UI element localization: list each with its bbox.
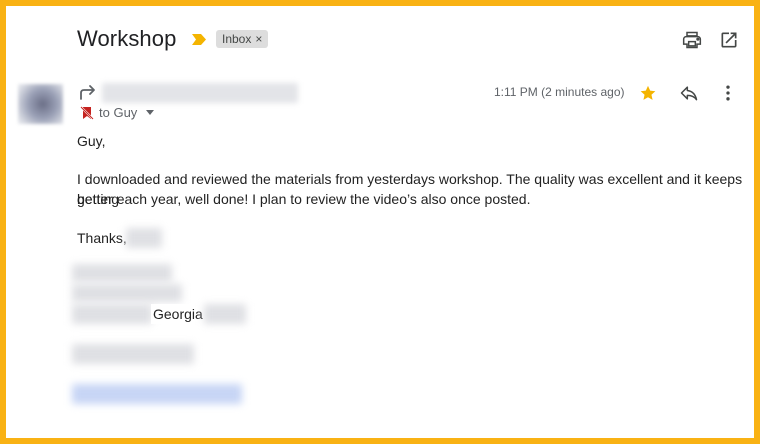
remove-label-button[interactable]: ×: [255, 30, 262, 48]
open-in-new-window-icon[interactable]: [719, 30, 739, 50]
star-icon[interactable]: [639, 84, 657, 102]
email-view: Workshop Inbox × to Guy 1:11 PM (2 minut…: [6, 6, 754, 438]
more-options-icon[interactable]: [718, 83, 738, 103]
show-details-dropdown-icon[interactable]: [146, 110, 155, 115]
signature-zip-redacted: [204, 304, 246, 324]
signature-link-redacted[interactable]: [72, 384, 242, 404]
signature-state: Georgia: [151, 304, 205, 324]
signature-line-3-redacted: [72, 304, 152, 324]
print-icon[interactable]: [682, 30, 702, 50]
signature-line-2-redacted: [72, 284, 182, 302]
to-line: to Guy: [99, 105, 138, 120]
inbox-label-chip[interactable]: Inbox ×: [216, 30, 269, 48]
label-chip-text: Inbox: [222, 32, 252, 46]
email-sign-off: Thanks,: [77, 230, 127, 246]
sender-name-redacted[interactable]: [102, 83, 298, 103]
sender-avatar: [18, 84, 63, 124]
email-greeting: Guy,: [77, 133, 106, 149]
signature-phone-redacted: [72, 344, 194, 364]
signature-name-redacted: [126, 228, 162, 248]
forwarded-icon: [80, 85, 95, 100]
email-subject: Workshop: [77, 26, 177, 51]
message-timestamp: 1:11 PM (2 minutes ago): [494, 85, 625, 99]
email-body-line-2: better each year, well done! I plan to r…: [77, 191, 531, 207]
important-muted-icon: [80, 105, 94, 120]
importance-marker-icon[interactable]: [192, 34, 206, 45]
signature-line-1-redacted: [72, 264, 172, 282]
recipient-row: to Guy: [80, 105, 155, 120]
reply-icon[interactable]: [679, 83, 699, 103]
